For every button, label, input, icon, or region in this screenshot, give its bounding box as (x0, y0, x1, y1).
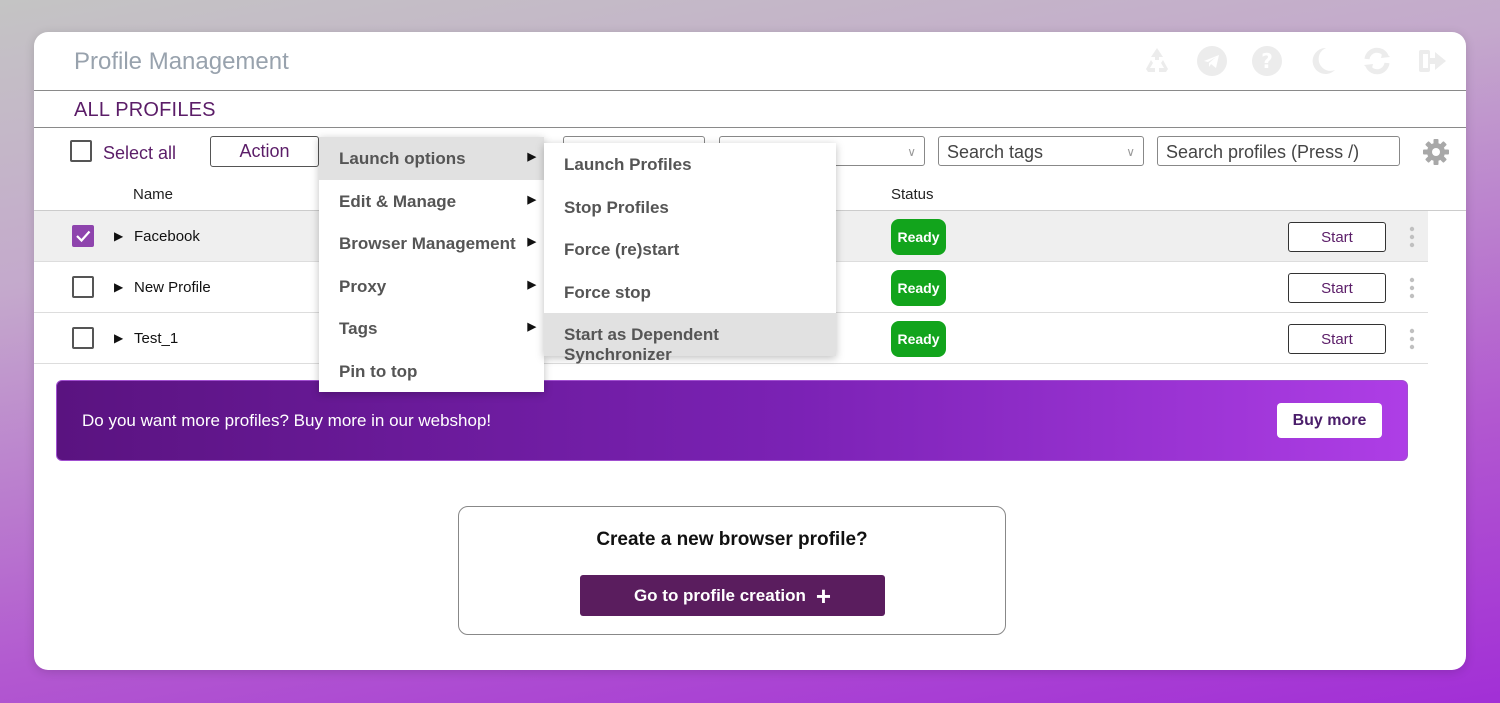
select-all-label[interactable]: Select all (103, 143, 176, 164)
recycle-icon[interactable] (1141, 45, 1173, 77)
action-button[interactable]: Action (210, 136, 319, 167)
search-placeholder: Search profiles (Press /) (1166, 142, 1360, 162)
section-title: ALL PROFILES (74, 99, 216, 121)
check-icon (76, 230, 91, 243)
chevron-down-icon: ∨ (1126, 145, 1135, 159)
expand-caret-icon[interactable]: ▶ (114, 280, 123, 294)
menu-item-proxy[interactable]: Proxy ▶ (319, 265, 544, 308)
promo-text: Do you want more profiles? Buy more in o… (82, 411, 492, 430)
tags-search[interactable]: Search tags ∨ (938, 136, 1144, 166)
menu-item-label: Pin to top (339, 361, 418, 381)
logout-icon[interactable] (1416, 45, 1448, 77)
row-checkbox[interactable] (72, 225, 94, 247)
go-to-profile-creation-button[interactable]: Go to profile creation + (580, 575, 885, 616)
chevron-right-icon: ▶ (527, 151, 536, 163)
menu-item-tags[interactable]: Tags ▶ (319, 307, 544, 350)
expand-caret-icon[interactable]: ▶ (114, 229, 123, 243)
menu-item-label: Launch options (339, 149, 466, 168)
status-badge: Ready (891, 219, 946, 255)
promo-banner: Do you want more profiles? Buy more in o… (56, 380, 1408, 461)
menu-item-edit-manage[interactable]: Edit & Manage ▶ (319, 180, 544, 223)
refresh-icon[interactable] (1361, 45, 1393, 77)
profile-name: Facebook (134, 228, 200, 245)
menu-item-label: Browser Management (339, 234, 516, 253)
divider (34, 127, 1466, 128)
chevron-down-icon: ∨ (907, 145, 916, 159)
chevron-right-icon: ▶ (527, 321, 536, 333)
column-header-name[interactable]: Name (133, 186, 173, 203)
chevron-right-icon: ▶ (527, 193, 536, 206)
menu-item-force-stop[interactable]: Force stop (544, 271, 836, 314)
app-title: Profile Management (74, 48, 289, 75)
title-bar: Profile Management ? (34, 32, 1466, 91)
menu-item-browser-management[interactable]: Browser Management ▶ (319, 222, 544, 265)
column-header-status[interactable]: Status (891, 186, 934, 203)
launch-options-submenu: Launch Profiles Stop Profiles Force (re)… (544, 143, 836, 364)
more-options-icon[interactable] (1406, 327, 1418, 351)
gear-icon[interactable] (1422, 138, 1450, 166)
menu-item-label: Tags (339, 319, 378, 338)
profile-name: New Profile (134, 279, 211, 296)
select-all-checkbox[interactable] (70, 140, 92, 162)
title-bar-icons: ? (1141, 45, 1448, 77)
chevron-right-icon: ▶ (527, 278, 536, 291)
more-options-icon[interactable] (1406, 225, 1418, 249)
moon-icon[interactable] (1306, 45, 1338, 77)
chevron-right-icon: ▶ (527, 236, 536, 248)
svg-text:?: ? (1261, 49, 1273, 73)
create-profile-title: Create a new browser profile? (596, 529, 868, 550)
row-checkbox[interactable] (72, 276, 94, 298)
help-icon[interactable]: ? (1251, 45, 1283, 77)
status-badge: Ready (891, 321, 946, 357)
start-button[interactable]: Start (1288, 222, 1386, 252)
create-button-label: Go to profile creation (633, 585, 806, 605)
more-options-icon[interactable] (1406, 276, 1418, 300)
plus-icon: + (815, 580, 832, 611)
menu-item-force-restart[interactable]: Force (re)start (544, 228, 836, 271)
expand-caret-icon[interactable]: ▶ (114, 331, 123, 345)
menu-item-label: Edit & Manage (339, 191, 457, 211)
start-button[interactable]: Start (1288, 273, 1386, 303)
telegram-icon[interactable] (1196, 45, 1228, 77)
row-checkbox[interactable] (72, 327, 94, 349)
menu-item-stop-profiles[interactable]: Stop Profiles (544, 186, 836, 229)
menu-item-launch-options[interactable]: Launch options ▶ (319, 137, 544, 180)
search-input[interactable]: Search profiles (Press /) (1157, 136, 1400, 166)
menu-item-label: Proxy (339, 276, 387, 296)
tags-search-placeholder: Search tags (947, 142, 1044, 162)
menu-item-pin-to-top[interactable]: Pin to top (319, 350, 544, 393)
menu-item-launch-profiles[interactable]: Launch Profiles (544, 143, 836, 186)
menu-item-start-dependent-synchronizer[interactable]: Start as Dependent Synchronizer (544, 313, 836, 364)
app-window: Profile Management ? ALL PROFILES Select… (34, 32, 1466, 670)
start-button[interactable]: Start (1288, 324, 1386, 354)
action-menu: Launch options ▶ Edit & Manage ▶ Browser… (319, 137, 544, 392)
buy-more-button[interactable]: Buy more (1277, 403, 1382, 438)
create-profile-card: Create a new browser profile? Go to prof… (458, 506, 1006, 635)
status-badge: Ready (891, 270, 946, 306)
profile-name: Test_1 (134, 330, 179, 347)
